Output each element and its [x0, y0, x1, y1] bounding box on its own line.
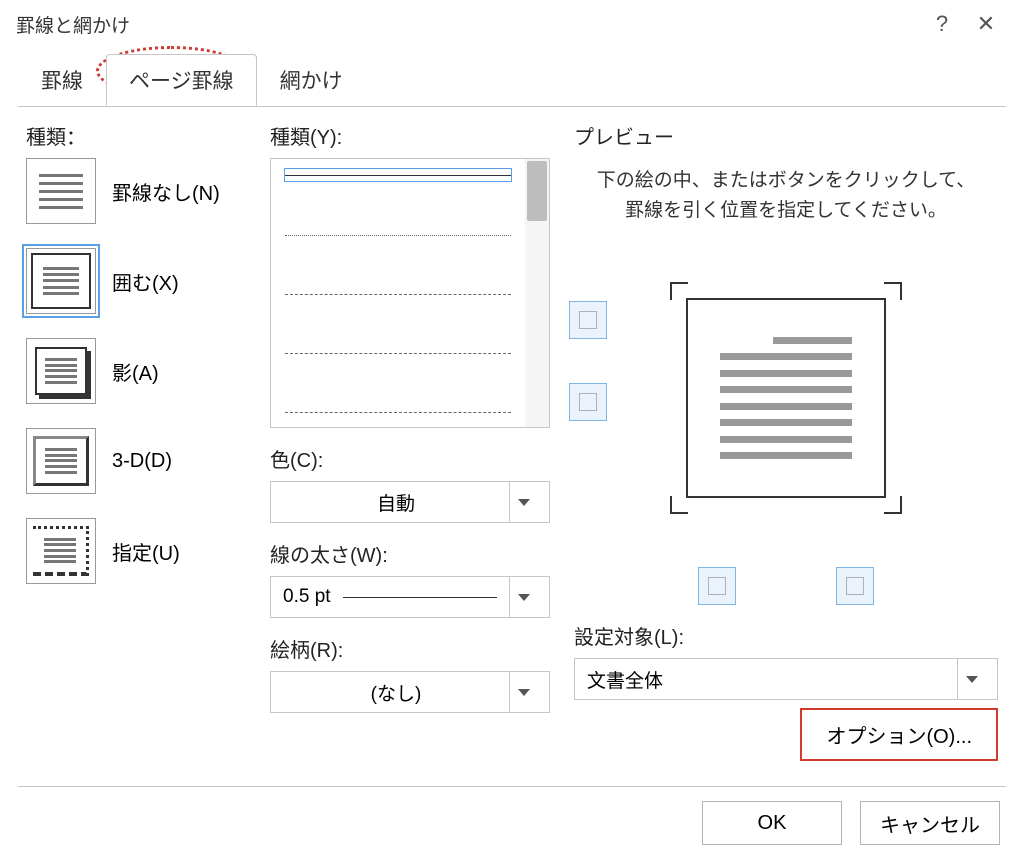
setting-3d[interactable]: 3-D(D): [26, 428, 246, 494]
preview-description: 下の絵の中、またはボタンをクリックして、罫線を引く位置を指定してください。: [594, 166, 978, 227]
edge-left-button[interactable]: [698, 567, 736, 605]
dialog-title: 罫線と網かけ: [16, 11, 130, 38]
scrollbar[interactable]: [525, 159, 549, 427]
setting-column: 種類： 罫線なし(N) 囲む(X) 影(A): [26, 121, 246, 761]
titlebar: 罫線と網かけ ? ✕: [0, 0, 1024, 48]
color-label: 色(C):: [270, 444, 550, 473]
preview-area: [574, 241, 998, 555]
preview-column: プレビュー 下の絵の中、またはボタンをクリックして、罫線を引く位置を指定してくだ…: [574, 121, 998, 761]
edge-right-button[interactable]: [836, 567, 874, 605]
setting-custom[interactable]: 指定(U): [26, 518, 246, 584]
chevron-down-icon: [509, 482, 537, 522]
setting-shadow[interactable]: 影(A): [26, 338, 246, 404]
dialog-footer: OK キャンセル: [0, 787, 1024, 859]
art-label: 絵柄(R):: [270, 634, 550, 663]
dialog-content: 種類： 罫線なし(N) 囲む(X) 影(A): [18, 106, 1006, 786]
setting-label: 種類：: [26, 121, 246, 150]
width-combo[interactable]: 0.5 pt: [270, 576, 550, 618]
edge-top-button[interactable]: [569, 301, 607, 339]
tab-shading[interactable]: 網かけ: [257, 54, 366, 106]
tab-page-border[interactable]: ページ罫線: [106, 54, 257, 106]
chevron-down-icon: [957, 659, 985, 699]
color-combo[interactable]: 自動: [270, 481, 550, 523]
apply-to-combo[interactable]: 文書全体: [574, 658, 998, 700]
apply-label: 設定対象(L):: [574, 621, 998, 650]
cancel-button[interactable]: キャンセル: [860, 801, 1000, 845]
setting-none[interactable]: 罫線なし(N): [26, 158, 246, 224]
help-icon[interactable]: ?: [920, 11, 964, 37]
tab-borders[interactable]: 罫線: [18, 54, 106, 106]
options-button[interactable]: オプション(O)...: [800, 708, 998, 761]
tab-strip: 罫線 ページ罫線 網かけ: [0, 54, 1024, 106]
edge-bottom-button[interactable]: [569, 383, 607, 421]
close-icon[interactable]: ✕: [964, 11, 1008, 37]
width-label: 線の太さ(W):: [270, 539, 550, 568]
preview-page[interactable]: [666, 278, 906, 518]
style-label: 種類(Y):: [270, 121, 550, 150]
setting-box[interactable]: 囲む(X): [26, 248, 246, 314]
line-style-list[interactable]: [270, 158, 550, 428]
borders-shading-dialog: 罫線と網かけ ? ✕ 罫線 ページ罫線 網かけ 種類： 罫線なし(N) 囲: [0, 0, 1024, 859]
art-combo[interactable]: (なし): [270, 671, 550, 713]
chevron-down-icon: [509, 672, 537, 712]
ok-button[interactable]: OK: [702, 801, 842, 845]
preview-label: プレビュー: [574, 121, 998, 150]
style-column: 種類(Y): 色(C): 自動: [270, 121, 550, 761]
chevron-down-icon: [509, 577, 537, 617]
